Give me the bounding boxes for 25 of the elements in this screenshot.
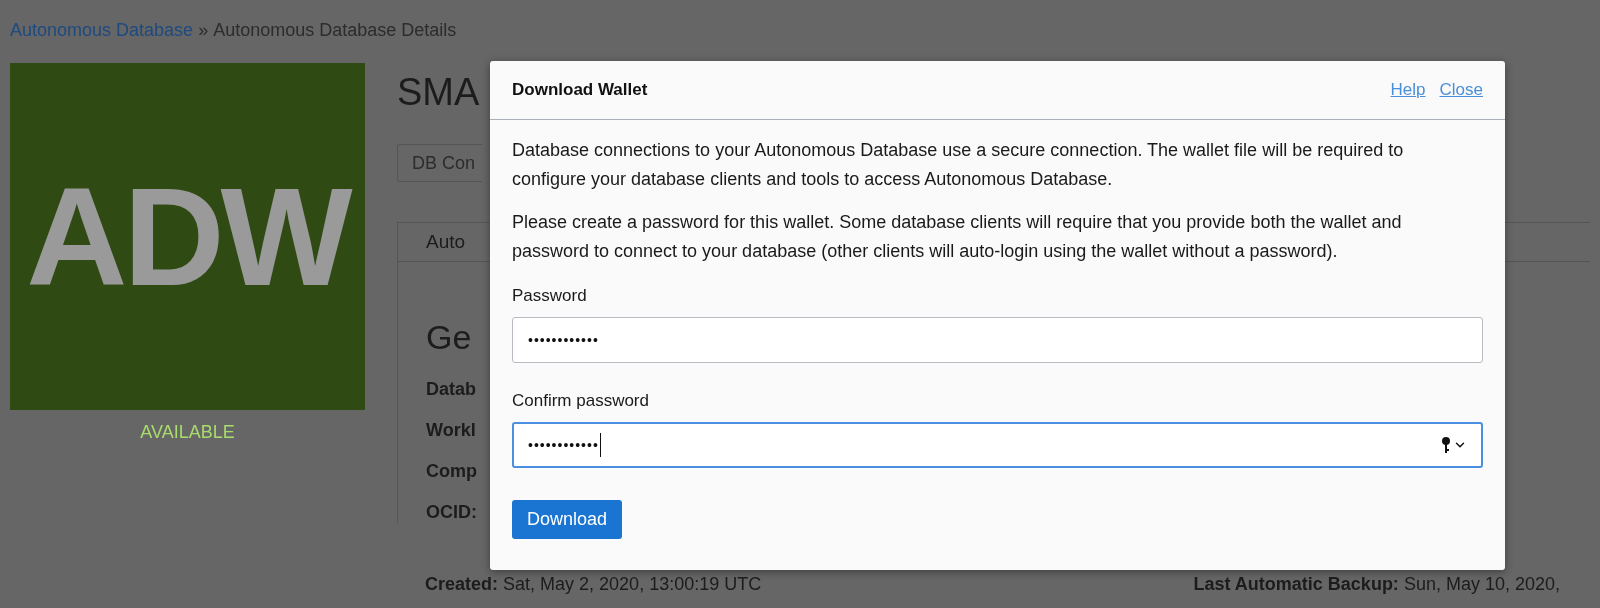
last-backup-text: Last Automatic Backup: Sun, May 10, 2020, xyxy=(1193,574,1560,595)
password-field[interactable]: •••••••••••• xyxy=(512,317,1483,363)
field-label: Comp xyxy=(426,461,477,482)
section-title: Ge xyxy=(426,318,472,357)
tile-text: ADW xyxy=(26,156,349,317)
field-label: Confirm password xyxy=(512,391,650,411)
dialog-title: Download Wallet xyxy=(512,80,648,100)
download-button[interactable]: Download xyxy=(512,500,623,539)
field-label: Password xyxy=(512,286,588,306)
field-label: Datab xyxy=(426,379,476,400)
help-link[interactable]: Help xyxy=(1390,80,1426,100)
breadcrumb-current: Autonomous Database Details xyxy=(213,20,457,41)
dialog-paragraph: Please create a password for this wallet. Some database clients will require that you provide both the wallet and password to connect to your database (other clients will auto-login using the wallet without a password). xyxy=(512,211,1403,263)
page-title: SMA xyxy=(397,71,480,114)
tab[interactable]: Auto xyxy=(426,231,466,253)
dialog-paragraph: Database connections to your Autonomous Database use a secure connection. The wallet file will be required to configure your database clients and tools to access Autonomous Database. xyxy=(512,139,1405,191)
close-link[interactable]: Close xyxy=(1439,80,1483,100)
created-text: Created: Sat, May 2, 2020, 13:00:19 UTC xyxy=(425,574,762,595)
db-connection-button[interactable]: DB Con xyxy=(397,144,482,182)
breadcrumb-separator: » xyxy=(198,20,209,41)
status-text: AVAILABLE xyxy=(140,422,235,443)
field-label: Workl xyxy=(426,420,476,441)
field-label: OCID: xyxy=(426,502,477,523)
password-field[interactable]: •••••••••••• xyxy=(512,422,1483,468)
key-icon[interactable] xyxy=(1441,436,1467,454)
